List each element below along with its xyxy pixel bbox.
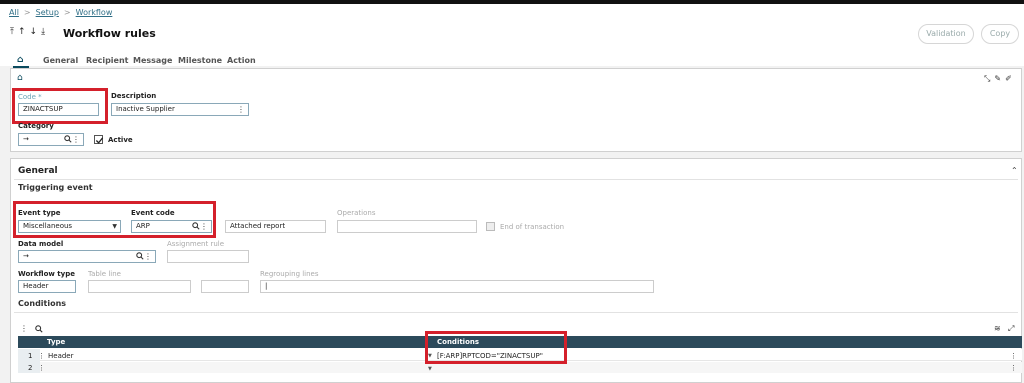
assignment-rule-field[interactable] xyxy=(167,250,249,263)
data-model-value: → xyxy=(23,252,29,260)
row-number: 2 xyxy=(28,364,33,372)
general-section-title: General xyxy=(18,166,58,176)
last-record-icon[interactable]: ⤓ xyxy=(41,27,49,37)
event-code-menu-icon[interactable]: ⋮ xyxy=(200,221,208,232)
description-menu-icon[interactable]: ⋮ xyxy=(237,104,245,115)
previous-record-icon[interactable]: ↑ xyxy=(18,27,30,37)
event-type-select[interactable]: Miscellaneous ▼ xyxy=(18,220,121,233)
regrouping-lines-label: Regrouping lines xyxy=(260,270,319,278)
description-label: Description xyxy=(111,92,157,100)
breadcrumb-all[interactable]: All xyxy=(9,8,19,17)
data-model-menu-icon[interactable]: ⋮ xyxy=(144,251,152,262)
active-checkbox[interactable] xyxy=(94,135,104,144)
tab-recipient[interactable]: Recipient xyxy=(86,56,128,65)
checkmark-icon xyxy=(95,137,104,144)
event-code-description: Attached report xyxy=(225,220,326,233)
tab-message[interactable]: Message xyxy=(133,56,172,65)
next-record-icon[interactable]: ↓ xyxy=(30,27,42,37)
row-menu-icon[interactable]: ⋮ xyxy=(38,364,45,372)
grid-search-icon[interactable] xyxy=(35,325,43,333)
category-value: → xyxy=(23,135,29,143)
card-tools: ⤡✎✐ xyxy=(984,74,1016,84)
operations-field[interactable] xyxy=(337,220,477,233)
conditions-title: Conditions xyxy=(18,299,67,308)
tab-action[interactable]: Action xyxy=(227,56,256,65)
row-number: 1 xyxy=(28,352,33,360)
expand-icon[interactable]: ⤡ xyxy=(984,74,994,83)
section-divider xyxy=(14,179,1018,180)
code-field[interactable]: ZINACTSUP xyxy=(18,103,99,116)
row-action-menu-icon[interactable]: ⋮ xyxy=(1010,364,1017,372)
table-line-field[interactable] xyxy=(88,280,191,293)
row-type-cell[interactable]: Header xyxy=(48,352,74,360)
first-record-icon[interactable]: ⤒ xyxy=(10,27,18,37)
regrouping-lines-field[interactable]: | xyxy=(260,280,654,293)
event-code-field[interactable]: ARP ⋮ xyxy=(131,220,212,233)
tab-home-icon[interactable]: ⌂ xyxy=(17,55,23,65)
search-icon[interactable] xyxy=(192,222,200,230)
active-label: Active xyxy=(108,136,133,144)
copy-button[interactable]: Copy xyxy=(981,24,1019,44)
data-model-field[interactable]: → ⋮ xyxy=(18,250,156,263)
column-header-type[interactable]: Type xyxy=(47,338,65,346)
breadcrumb-setup[interactable]: Setup xyxy=(36,8,59,17)
data-model-label: Data model xyxy=(18,240,64,248)
search-icon[interactable] xyxy=(64,135,72,143)
event-code-label: Event code xyxy=(131,209,175,217)
tab-milestone[interactable]: Milestone xyxy=(178,56,222,65)
home-icon: ⌂ xyxy=(17,73,23,83)
event-code-value: ARP xyxy=(136,222,150,230)
table-line-extra-field[interactable] xyxy=(201,280,249,293)
edit-icon[interactable]: ✎ xyxy=(994,74,1005,83)
category-menu-icon[interactable]: ⋮ xyxy=(72,134,80,145)
category-field[interactable]: → ⋮ xyxy=(18,133,84,146)
conditions-divider xyxy=(14,312,1018,313)
description-value: Inactive Supplier xyxy=(116,105,175,113)
operations-label: Operations xyxy=(337,209,376,217)
page-title: Workflow rules xyxy=(63,27,156,40)
code-label: Code * xyxy=(18,93,42,101)
record-nav: ⤒↑↓⤓ xyxy=(10,27,49,37)
workflow-type-field[interactable]: Header xyxy=(18,280,76,293)
assignment-rule-label: Assignment rule xyxy=(167,240,225,248)
layers-icon[interactable]: ≋ xyxy=(994,324,1001,333)
row-action-menu-icon[interactable]: ⋮ xyxy=(1010,352,1017,360)
validation-button[interactable]: Validation xyxy=(918,24,974,44)
row-menu-icon[interactable]: ⋮ xyxy=(38,352,45,360)
end-of-transaction-label: End of transaction xyxy=(500,223,565,231)
table-line-label: Table line xyxy=(88,270,121,278)
row-dropdown-icon[interactable]: ▼ xyxy=(428,366,432,372)
search-icon[interactable] xyxy=(136,252,144,260)
dropdown-arrow-icon[interactable]: ▼ xyxy=(112,221,117,232)
collapse-chevron-icon[interactable]: ⌃ xyxy=(1011,166,1018,175)
tab-general[interactable]: General xyxy=(43,56,78,65)
description-field[interactable]: Inactive Supplier ⋮ xyxy=(111,103,249,116)
grid-menu-icon[interactable]: ⋮ xyxy=(20,324,28,333)
fullscreen-icon[interactable]: ⤢ xyxy=(1008,324,1014,334)
workflow-type-label: Workflow type xyxy=(18,270,75,278)
conditions-highlight-box xyxy=(425,331,567,364)
event-type-label: Event type xyxy=(18,209,61,217)
event-type-value: Miscellaneous xyxy=(23,222,73,230)
category-label: Category xyxy=(18,122,54,130)
end-of-transaction-checkbox[interactable] xyxy=(486,222,495,231)
breadcrumb: All > Setup > Workflow xyxy=(9,8,113,17)
triggering-event-title: Triggering event xyxy=(18,183,93,192)
wrench-icon[interactable]: ✐ xyxy=(1005,74,1016,83)
breadcrumb-workflow[interactable]: Workflow xyxy=(76,8,113,17)
